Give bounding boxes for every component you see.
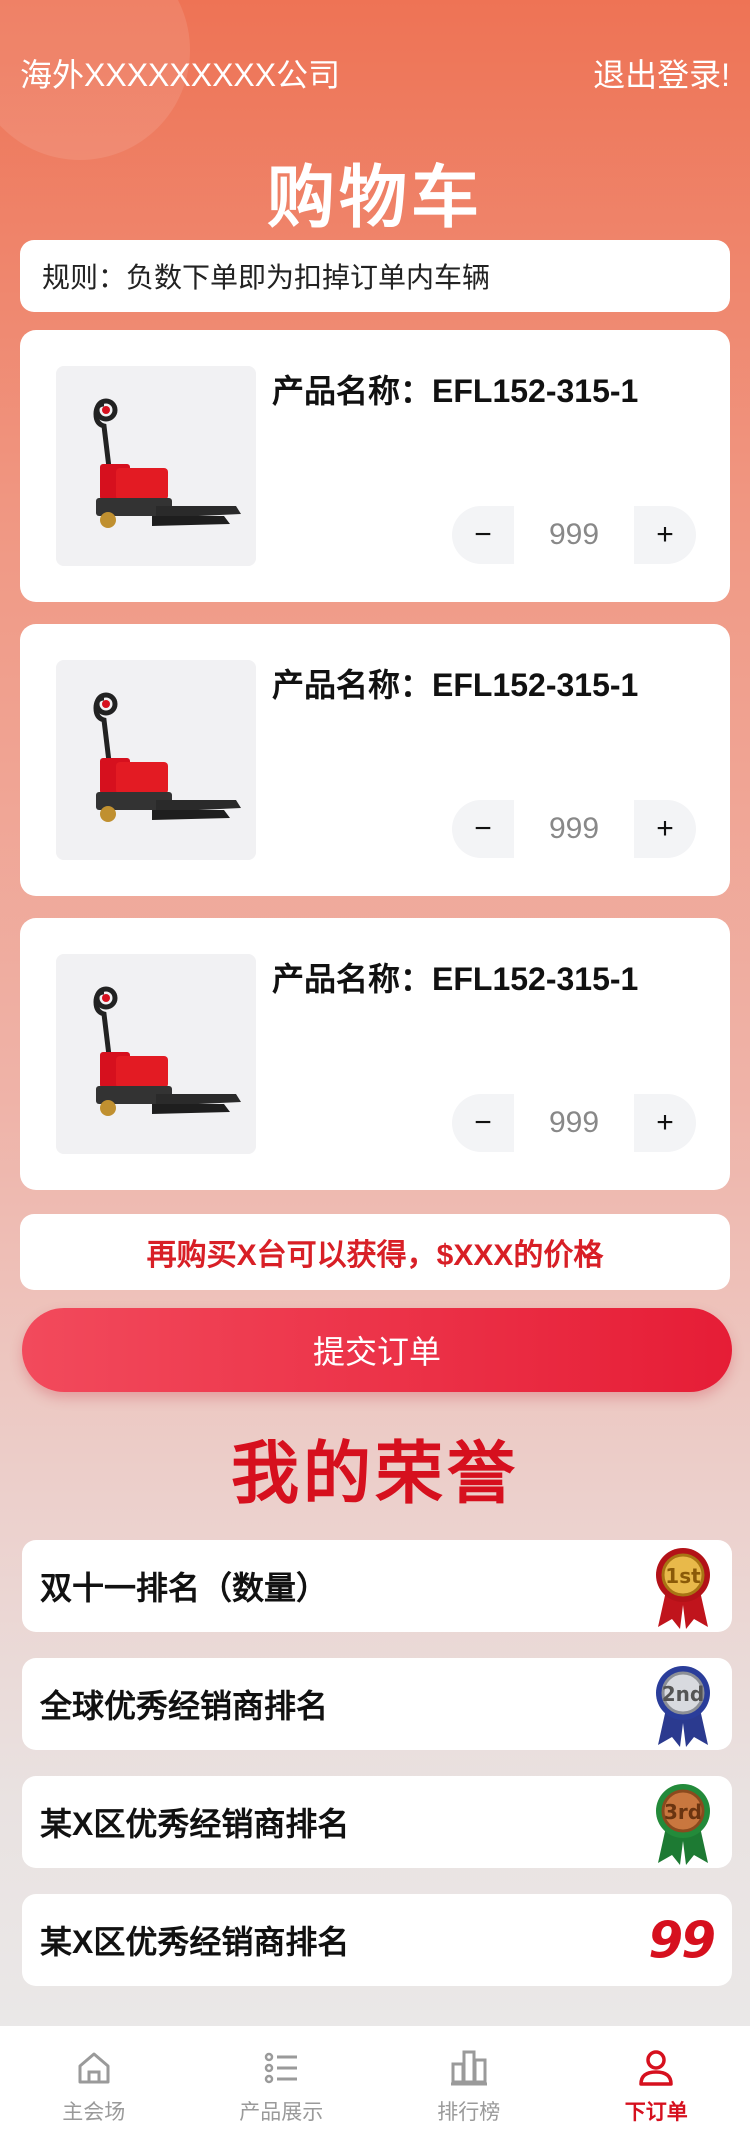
honor-row: 某X区优秀经销商排名 99 <box>22 1894 732 1986</box>
medal-text: 1st <box>665 1564 701 1588</box>
promo-banner: 再购买X台可以获得，$XXX的价格 <box>20 1214 730 1290</box>
list-icon <box>265 2052 298 2084</box>
page-title: 购物车 <box>266 159 483 238</box>
increment-button[interactable]: + <box>634 1094 696 1152</box>
tab-order[interactable]: 下订单 <box>563 2026 750 2146</box>
increment-button[interactable]: + <box>634 800 696 858</box>
rank-number: 99 <box>648 1911 716 1969</box>
tab-label: 主会场 <box>62 2101 126 2124</box>
bottom-tabbar: 主会场 产品展示 排行榜 下订单 <box>0 2026 750 2146</box>
decrement-button[interactable]: − <box>452 506 514 564</box>
submit-order-button[interactable]: 提交订单 <box>22 1308 732 1392</box>
honor-label: 全球优秀经销商排名 <box>40 1688 329 1724</box>
silver-medal-icon: 2nd <box>652 1659 714 1749</box>
product-image <box>56 954 256 1154</box>
tab-products[interactable]: 产品展示 <box>188 2026 376 2146</box>
quantity-input[interactable]: 999 <box>514 800 634 858</box>
tab-home[interactable]: 主会场 <box>0 2026 188 2146</box>
company-name: 海外XXXXXXXXX公司 <box>20 57 341 93</box>
cart-item: 产品名称：EFL152-315-1 − 999 + <box>20 918 730 1190</box>
user-icon <box>639 2050 673 2086</box>
honor-label: 某X区优秀经销商排名 <box>40 1806 350 1842</box>
honor-label: 某X区优秀经销商排名 <box>40 1924 350 1960</box>
honor-row: 某X区优秀经销商排名 3rd <box>22 1776 732 1868</box>
product-image <box>56 660 256 860</box>
quantity-stepper: − 999 + <box>452 506 696 564</box>
decrement-button[interactable]: − <box>452 800 514 858</box>
quantity-stepper: − 999 + <box>452 1094 696 1152</box>
bronze-medal-icon: 3rd <box>652 1777 714 1867</box>
tab-label: 排行榜 <box>437 2101 501 2124</box>
logout-link[interactable]: 退出登录! <box>593 50 730 96</box>
rule-text: 规则：负数下单即为扣掉订单内车辆 <box>42 262 491 293</box>
product-image <box>56 366 256 566</box>
gold-medal-icon: 1st <box>652 1541 714 1631</box>
honor-row: 全球优秀经销商排名 2nd <box>22 1658 732 1750</box>
honors-title: 我的荣誉 <box>230 1435 519 1514</box>
quantity-input[interactable]: 999 <box>514 1094 634 1152</box>
header: 海外XXXXXXXXX公司 退出登录! <box>20 48 730 98</box>
product-name: 产品名称：EFL152-315-1 <box>272 373 639 409</box>
tab-ranking[interactable]: 排行榜 <box>375 2026 563 2146</box>
rule-banner: 规则：负数下单即为扣掉订单内车辆 <box>20 240 730 312</box>
tab-label: 下订单 <box>624 2101 688 2124</box>
product-name: 产品名称：EFL152-315-1 <box>272 667 639 703</box>
medal-text: 2nd <box>662 1682 704 1706</box>
honor-row: 双十一排名（数量） 1st <box>22 1540 732 1632</box>
product-name: 产品名称：EFL152-315-1 <box>272 961 639 997</box>
decrement-button[interactable]: − <box>452 1094 514 1152</box>
cart-item: 产品名称：EFL152-315-1 − 999 + <box>20 330 730 602</box>
increment-button[interactable]: + <box>634 506 696 564</box>
tab-label: 产品展示 <box>239 2101 324 2124</box>
medal-text: 3rd <box>664 1800 702 1824</box>
home-icon <box>78 2052 110 2084</box>
ranking-icon <box>450 2050 487 2086</box>
cart-item: 产品名称：EFL152-315-1 − 999 + <box>20 624 730 896</box>
promo-text: 再购买X台可以获得，$XXX的价格 <box>146 1239 604 1272</box>
honor-label: 双十一排名（数量） <box>40 1570 329 1606</box>
quantity-input[interactable]: 999 <box>514 506 634 564</box>
quantity-stepper: − 999 + <box>452 800 696 858</box>
